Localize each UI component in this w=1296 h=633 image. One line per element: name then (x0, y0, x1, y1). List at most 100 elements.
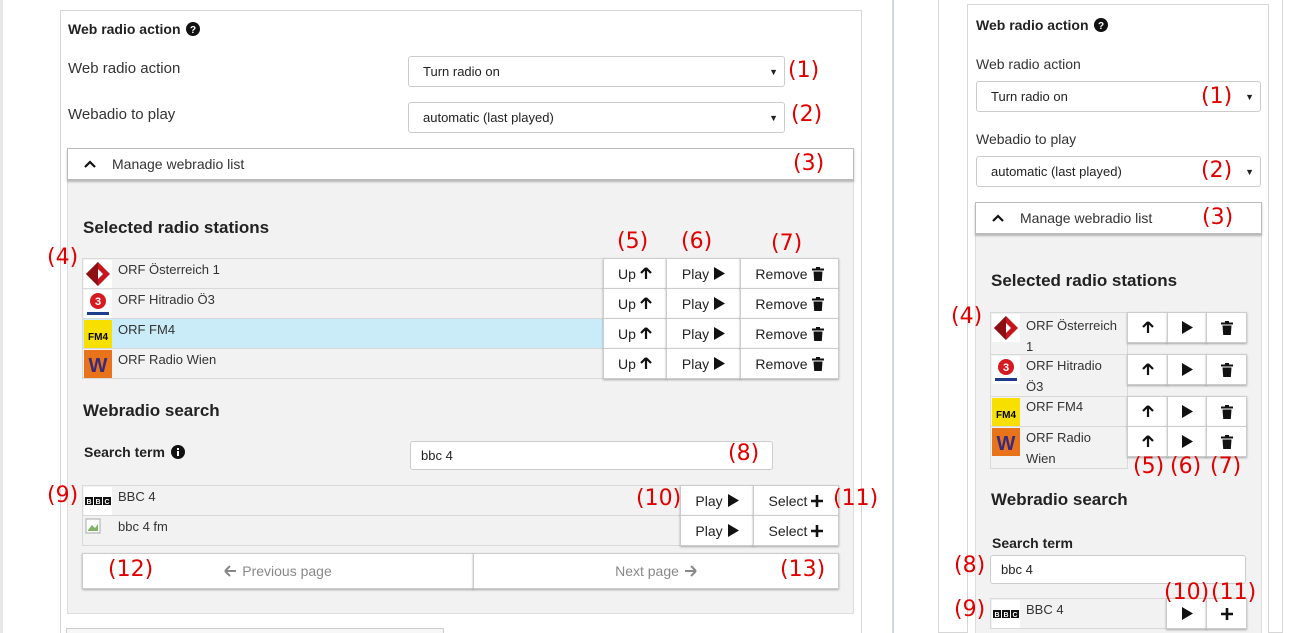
arrow-up-icon (640, 357, 652, 370)
play-icon (727, 494, 739, 507)
left-action-select[interactable]: Turn radio on ▼ (408, 56, 785, 87)
orf-radio-wien-logo: W (84, 350, 112, 378)
question-circle-icon[interactable]: ? (1093, 18, 1108, 32)
remove-button[interactable]: Remove (740, 288, 839, 319)
right-radio-select-value: automatic (last played) (991, 164, 1122, 179)
play-button[interactable]: Play (666, 348, 741, 379)
trash-icon (1220, 404, 1233, 419)
question-circle-icon[interactable]: ? (185, 22, 200, 36)
left-radio-select-value: automatic (last played) (423, 110, 554, 125)
broken-image-icon (84, 517, 112, 545)
svg-text:W: W (997, 433, 1016, 455)
up-button[interactable]: Up (603, 288, 667, 319)
left-search-input-value: bbc 4 (421, 448, 453, 463)
up-button[interactable] (1127, 312, 1168, 343)
left-section-title: Web radio action (68, 21, 181, 37)
annotation-10: (10) (1164, 580, 1210, 605)
remove-button[interactable] (1206, 312, 1247, 343)
station-name: ORF Hitradio Ö3 (1026, 355, 1102, 397)
trash-icon (811, 326, 824, 341)
remove-button[interactable] (1206, 396, 1247, 427)
up-button[interactable] (1127, 354, 1168, 385)
remove-button[interactable] (1206, 426, 1247, 457)
remove-button[interactable] (1206, 354, 1247, 385)
result-name: BBC 4 (118, 489, 156, 504)
orf-oe1-logo (84, 260, 112, 288)
remove-button[interactable]: Remove (740, 318, 839, 349)
station-row: ORF Österreich 1 (82, 258, 604, 289)
left-search-term-header: Search term (84, 444, 185, 460)
left-selected-title: Selected radio stations (83, 218, 270, 237)
station-row: 3 ORF Hitradio Ö3 (82, 288, 604, 319)
left-search-input[interactable]: bbc 4 (410, 441, 773, 470)
right-manage-label: Manage webradio list (1020, 210, 1153, 226)
plus-icon (811, 494, 824, 507)
play-button[interactable] (1167, 312, 1207, 343)
remove-label: Remove (755, 355, 808, 372)
up-button[interactable] (1127, 426, 1168, 457)
left-section-header: Web radio action ? (68, 21, 200, 37)
svg-text:C: C (1012, 612, 1017, 619)
play-button[interactable] (1167, 396, 1207, 427)
play-button[interactable]: Play (666, 288, 741, 319)
right-radio-label: Webadio to play (976, 131, 1077, 147)
station-row: 3 ORF Hitradio Ö3 (990, 354, 1128, 397)
annotation-11: (11) (833, 486, 879, 511)
svg-text:B: B (86, 499, 91, 506)
arrow-up-icon (1141, 435, 1154, 448)
station-name-line: Ö3 (1026, 379, 1044, 394)
station-row: W ORF Radio Wien (990, 426, 1128, 469)
annotation-7: (7) (771, 231, 803, 256)
left-action-label: Web radio action (68, 60, 181, 77)
info-circle-icon[interactable] (170, 445, 185, 459)
left-manage-toggle[interactable]: Manage webradio list (67, 148, 854, 180)
station-name: ORF FM4 (1026, 399, 1083, 414)
chevron-down-icon: ▼ (769, 66, 778, 77)
play-button[interactable] (1167, 426, 1207, 457)
up-label: Up (618, 295, 636, 312)
trash-icon (1220, 434, 1233, 449)
arrow-up-icon (640, 267, 652, 280)
annotation-12: (12) (108, 557, 154, 582)
station-name-line: ORF FM4 (1026, 399, 1084, 414)
play-button[interactable]: Play (666, 318, 741, 349)
play-icon (1181, 607, 1193, 620)
svg-text:W: W (89, 355, 108, 377)
result-row: bbc 4 fm (82, 515, 681, 546)
left-search-term-label: Search term (84, 444, 165, 460)
result-play-button[interactable]: Play (680, 485, 754, 516)
annotation-3: (3) (793, 151, 825, 176)
svg-text:C: C (104, 499, 109, 506)
select-button[interactable]: Select (753, 515, 839, 546)
up-button[interactable]: Up (603, 258, 667, 289)
remove-button[interactable]: Remove (740, 348, 839, 379)
station-row: FM4 ORF FM4 (990, 396, 1128, 427)
chevron-up-icon (992, 214, 1004, 222)
remove-button[interactable]: Remove (740, 258, 839, 289)
station-name-line: ORF Österreich (1026, 318, 1118, 333)
trash-icon (811, 356, 824, 371)
plus-icon (811, 524, 824, 537)
chevron-up-icon (84, 160, 96, 168)
annotation-4: (4) (951, 304, 983, 329)
arrow-up-icon (1141, 321, 1154, 334)
result-play-button[interactable]: Play (680, 515, 754, 546)
station-name: ORF Österreich 1 (118, 262, 220, 277)
up-button[interactable]: Up (603, 348, 667, 379)
result-row: BBC BBC 4 (82, 485, 681, 516)
up-button[interactable] (1127, 396, 1168, 427)
svg-text:?: ? (189, 25, 195, 36)
play-icon (713, 357, 726, 370)
station-name: ORF Radio Wien (1026, 427, 1091, 469)
up-button[interactable]: Up (603, 318, 667, 349)
play-icon (1181, 435, 1193, 448)
play-button[interactable]: Play (666, 258, 741, 289)
select-button[interactable]: Select (753, 485, 839, 516)
arrow-up-icon (640, 297, 652, 310)
result-name: bbc 4 fm (118, 519, 168, 534)
play-label: Play (681, 265, 710, 282)
annotation-4: (4) (47, 245, 79, 270)
play-button[interactable] (1167, 354, 1207, 385)
annotation-2: (2) (791, 102, 823, 127)
left-radio-select[interactable]: automatic (last played) ▼ (408, 102, 785, 133)
